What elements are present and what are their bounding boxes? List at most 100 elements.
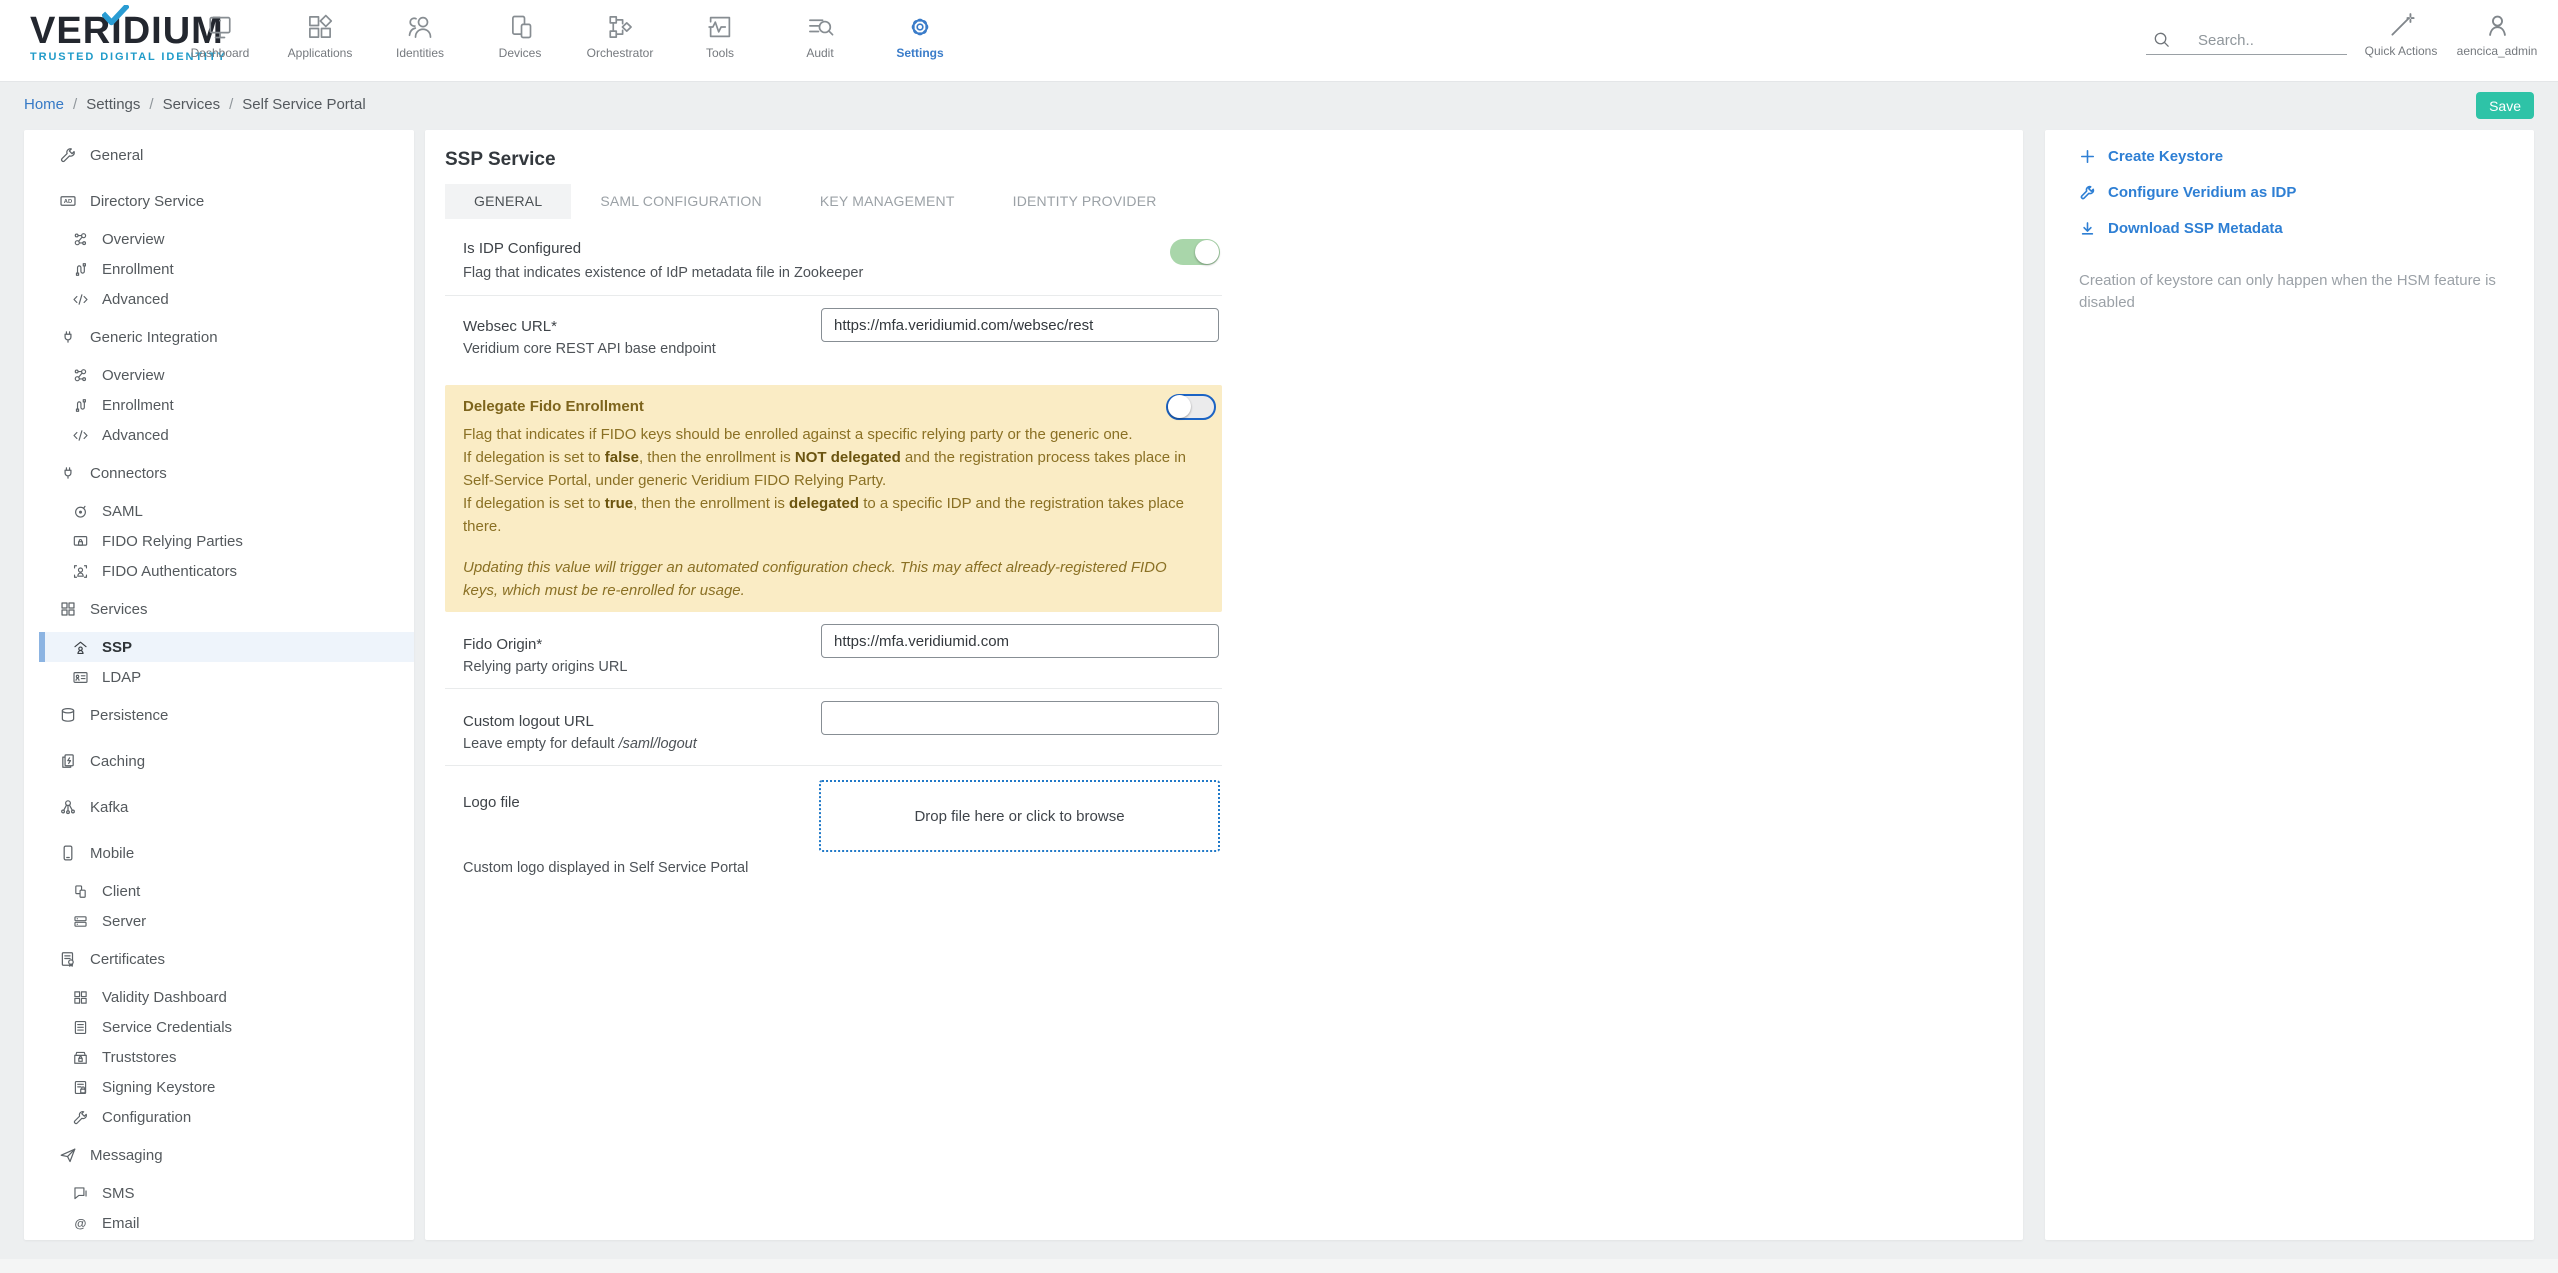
nav-dashboard[interactable]: Dashboard [170, 0, 270, 82]
sidebar-item-mobile[interactable]: Mobile [24, 830, 414, 876]
sidebar-item-label: Directory Service [90, 193, 204, 210]
sidebar-item-signing-keystore[interactable]: Signing Keystore [24, 1072, 414, 1102]
logo-dropzone[interactable]: Drop file here or click to browse [819, 780, 1220, 852]
custom-logout-url-input[interactable] [821, 701, 1219, 735]
sidebar-item-validity-dashboard[interactable]: Validity Dashboard [24, 982, 414, 1012]
create-keystore-link[interactable]: Create Keystore [2079, 138, 2506, 174]
nav-orchestrator[interactable]: Orchestrator [570, 0, 670, 82]
page-title: SSP Service [445, 148, 1222, 172]
sidebar-item-label: Advanced [102, 427, 169, 444]
tab-key-management[interactable]: KEY MANAGEMENT [791, 184, 984, 219]
nav-tools[interactable]: Tools [670, 0, 770, 82]
link-label: Configure Veridium as IDP [2108, 184, 2296, 201]
download-ssp-metadata-link[interactable]: Download SSP Metadata [2079, 210, 2506, 246]
tab-general[interactable]: GENERAL [445, 184, 571, 219]
tab-identity-provider[interactable]: IDENTITY PROVIDER [984, 184, 1186, 219]
footer-strip [0, 1259, 2558, 1273]
breadcrumb-separator: / [73, 96, 77, 113]
delegate-fido-italic-note: Updating this value will trigger an auto… [463, 556, 1202, 602]
phone-icon [59, 844, 77, 862]
sidebar-item-fido-relying-parties[interactable]: FIDO Relying Parties [24, 526, 414, 556]
breadcrumb-item-services[interactable]: Services [163, 96, 221, 113]
breadcrumb-item-settings[interactable]: Settings [86, 96, 140, 113]
sidebar-item-kafka[interactable]: Kafka [24, 784, 414, 830]
main-panel: SSP Service GENERALSAML CONFIGURATIONKEY… [425, 130, 2023, 1240]
sidebar-item-server[interactable]: Server [24, 906, 414, 936]
configure-veridium-as-idp-link[interactable]: Configure Veridium as IDP [2079, 174, 2506, 210]
target-icon [72, 503, 89, 520]
sidebar-item-certificates[interactable]: Certificates [24, 936, 414, 982]
brand-checkmark-icon [102, 5, 129, 26]
breadcrumb-bar: Home/Settings/Services/Self Service Port… [0, 82, 2558, 130]
nav-applications[interactable]: Applications [270, 0, 370, 82]
tab-bar: GENERALSAML CONFIGURATIONKEY MANAGEMENTI… [445, 184, 1222, 219]
cert-icon [59, 950, 77, 968]
sidebar-item-connectors[interactable]: Connectors [24, 450, 414, 496]
sidebar-item-label: FIDO Authenticators [102, 563, 237, 580]
sidebar-item-service-credentials[interactable]: Service Credentials [24, 1012, 414, 1042]
sidebar-item-truststores[interactable]: Truststores [24, 1042, 414, 1072]
search [2146, 26, 2347, 55]
sidebar-item-ssp[interactable]: SSP [39, 632, 414, 662]
field-description: Relying party origins URL [463, 659, 627, 675]
sidebar-item-fido-authenticators[interactable]: FIDO Authenticators [24, 556, 414, 586]
sidebar-item-enrollment[interactable]: Enrollment [24, 254, 414, 284]
sidebar-item-label: SMS [102, 1185, 135, 1202]
doclock-icon [72, 1079, 89, 1096]
download-icon [2079, 220, 2096, 237]
main-nav: DashboardApplicationsIdentitiesDevices Or… [170, 0, 970, 82]
sidebar-item-caching[interactable]: Caching [24, 738, 414, 784]
boxlock-icon [72, 1049, 89, 1066]
breadcrumb-item-home[interactable]: Home [24, 96, 64, 113]
sidebar-item-label: Advanced [102, 291, 169, 308]
sidebar-item-general[interactable]: General [24, 132, 414, 178]
nav-settings[interactable]: Settings [870, 0, 970, 82]
sidebar-item-sms[interactable]: SMS [24, 1178, 414, 1208]
nav-devices[interactable]: Devices [470, 0, 570, 82]
sidebar-item-label: Truststores [102, 1049, 176, 1066]
sidebar-item-enrollment[interactable]: Enrollment [24, 390, 414, 420]
websec-url-input[interactable] [821, 308, 1219, 342]
link-label: Create Keystore [2108, 148, 2223, 165]
plug-icon [59, 464, 77, 482]
save-button[interactable]: Save [2476, 92, 2534, 119]
field-logo-file: Logo file Drop file here or click to bro… [445, 766, 1222, 916]
sidebar-item-email[interactable]: @Email [24, 1208, 414, 1238]
delegate-fido-toggle[interactable] [1166, 394, 1216, 420]
sidebar-item-saml[interactable]: SAML [24, 496, 414, 526]
sidebar-item-ldap[interactable]: LDAP [24, 662, 414, 692]
sidebar-item-services[interactable]: Services [24, 586, 414, 632]
is-idp-configured-toggle[interactable] [1170, 239, 1220, 265]
screenlock-icon [72, 533, 89, 550]
field-label: Custom logout URL [463, 713, 594, 730]
veridium-admin-page: VERIDIUM TRUSTED DIGITAL IDENTITY Dashbo… [0, 0, 2558, 1273]
sidebar-item-generic-integration[interactable]: Generic Integration [24, 314, 414, 360]
toggle-knob [1195, 240, 1219, 264]
sidebar-item-overview[interactable]: Overview [24, 224, 414, 254]
sidebar-item-label: Client [102, 883, 140, 900]
user-menu[interactable]: aencica_admin [2442, 12, 2552, 58]
sidebar-item-label: Service Credentials [102, 1019, 232, 1036]
nav-identities[interactable]: Identities [370, 0, 470, 82]
sidebar-item-configuration[interactable]: Configuration [24, 1102, 414, 1132]
chat-icon [72, 1185, 89, 1202]
nav-audit[interactable]: Audit [770, 0, 870, 82]
search-input[interactable] [2146, 26, 2347, 54]
sidebar-item-persistence[interactable]: Persistence [24, 692, 414, 738]
sidebar-item-label: Overview [102, 367, 165, 384]
personroof-icon [72, 639, 89, 656]
sidebar-item-directory-service[interactable]: ADDirectory Service [24, 178, 414, 224]
tab-saml-configuration[interactable]: SAML CONFIGURATION [571, 184, 791, 219]
field-fido-origin: Fido Origin* Relying party origins URL [445, 612, 1222, 689]
fido-origin-input[interactable] [821, 624, 1219, 658]
sidebar-item-overview[interactable]: Overview [24, 360, 414, 390]
username-label: aencica_admin [2457, 44, 2538, 58]
sidebar-item-messaging[interactable]: Messaging [24, 1132, 414, 1178]
at-icon: @ [72, 1215, 89, 1232]
nav-label: Orchestrator [587, 46, 654, 60]
sidebar-item-client[interactable]: Client [24, 876, 414, 906]
sidebar-item-advanced[interactable]: Advanced [24, 420, 414, 450]
sidebar-item-advanced[interactable]: Advanced [24, 284, 414, 314]
field-description: Veridium core REST API base endpoint [463, 341, 716, 357]
sidebar-item-label: Certificates [90, 951, 165, 968]
